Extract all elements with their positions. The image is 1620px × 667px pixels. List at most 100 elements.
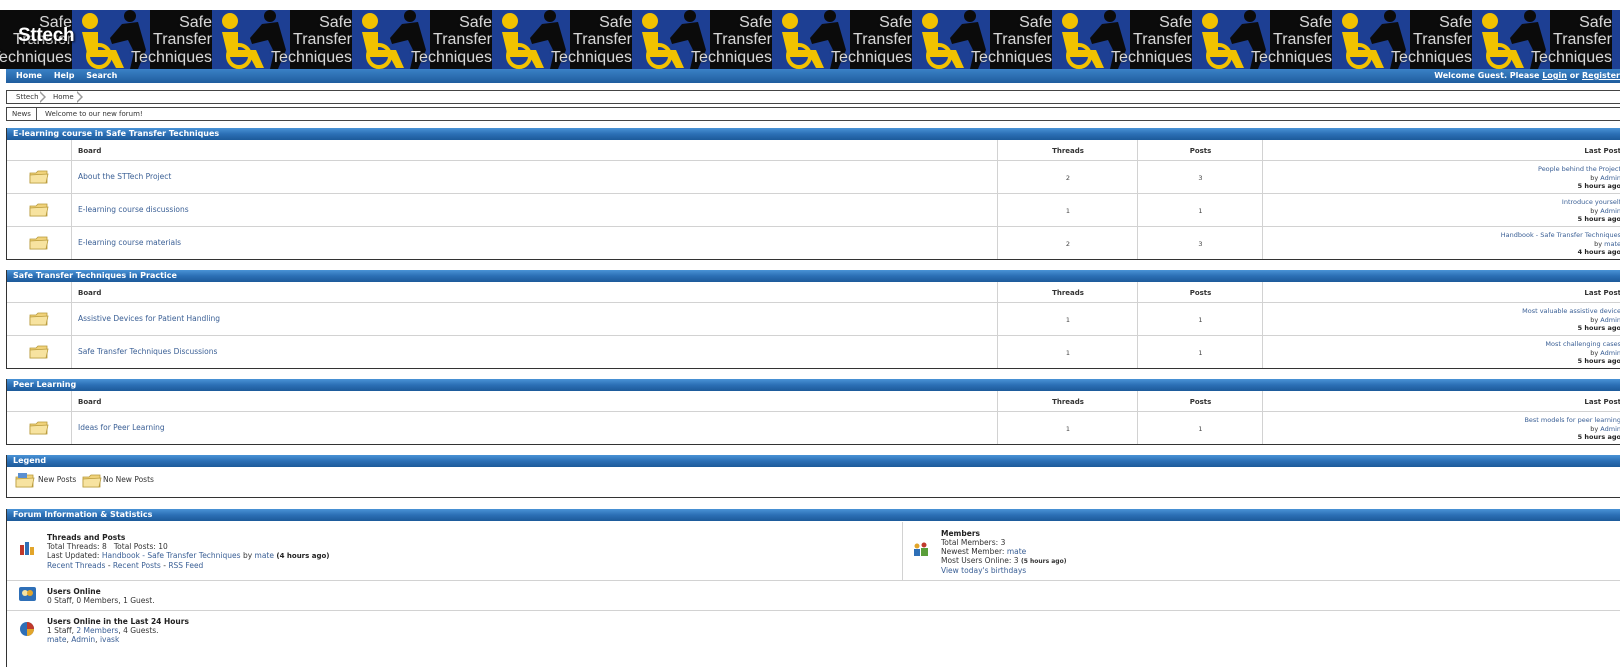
banner-word-safe: Safe [1579,14,1612,31]
banner-word-techniques: Techniques [1531,49,1612,66]
last-post-thread-link[interactable]: Best models for peer learning [1524,416,1620,425]
nav-help-link[interactable]: Help [54,71,75,80]
banner-word-safe: Safe [1019,14,1052,31]
banner-word-transfer: Transfer [853,31,912,48]
register-link[interactable]: Register [1582,71,1620,80]
forum-post-count: 3 [1198,174,1203,182]
banner-logo-tile: SafeTransferTechniques [551,10,710,69]
forum-name-link[interactable]: Safe Transfer Techniques Discussions [78,347,217,356]
forum-folder-icon [29,420,49,439]
users-online-text: 0 Staff, 0 Members, 1 Guest. [47,596,155,605]
last-post-by: by [1590,348,1601,357]
last-post-user-link[interactable]: Admin [1600,207,1620,215]
legend-new-posts-label: New Posts [38,475,77,484]
last-post-time: 4 hours ago [1577,248,1620,256]
category-title[interactable]: Peer Learning [7,379,1620,391]
banner-word-techniques: Techniques [1111,49,1192,66]
banner-word-transfer: Transfer [573,31,632,48]
forum-last-post: Most valuable assistive device by Admin 5 … [1522,307,1620,333]
stats-box: Forum Information & Statistics Threads a… [6,509,1620,667]
last-post-time: 5 hours ago [1577,324,1620,332]
forum-post-count: 1 [1198,316,1203,324]
last-post-thread-link[interactable]: Most challenging cases [1545,340,1620,349]
last-post-thread-link[interactable]: Introduce yourself [1562,198,1620,207]
online-user-link[interactable]: mate [47,635,66,644]
threads-posts-stats: Threads and Posts Total Threads: 8 Total… [47,533,887,570]
online-user-link[interactable]: ivask [100,635,119,644]
category-title[interactable]: E-learning course in Safe Transfer Techn… [7,128,1620,140]
banner-word-techniques: Techniques [1251,49,1332,66]
last-post-user-link[interactable]: mate [1604,240,1620,248]
welcome-or: or [1566,71,1582,80]
banner-logo-tile: SafeTransferTechniques [271,10,430,69]
last-post-time: 5 hours ago [1577,182,1620,190]
threads-posts-totals: Total Threads: 8 Total Posts: 10 [47,542,168,551]
banner-word-techniques: Techniques [271,49,352,66]
category-title[interactable]: Safe Transfer Techniques in Practice [7,270,1620,282]
last-post-thread-link[interactable]: Most valuable assistive device [1522,307,1620,316]
legend-no-new-posts-label: No New Posts [103,475,154,484]
forum-name-link[interactable]: About the STTech Project [78,172,171,181]
forum-name-link[interactable]: E-learning course materials [78,238,181,247]
online-user-link[interactable]: Admin [71,635,95,644]
users-24h-members-link[interactable]: 2 Members [76,626,118,635]
forum-name-link[interactable]: E-learning course discussions [78,205,189,214]
forum-thread-count: 1 [1065,316,1071,324]
banner-word-transfer: Transfer [433,31,492,48]
new-posts-folder-icon [15,473,35,492]
recent-posts-link[interactable]: Recent Posts [113,561,161,570]
forum-thread-count: 2 [1065,240,1071,248]
newest-member-link[interactable]: mate [1007,547,1026,556]
breadcrumb-separator [76,91,83,103]
top-nav-bar: Home Help Search Welcome Guest. Please L… [6,69,1620,83]
last-updated-user-link[interactable]: mate [255,551,274,560]
last-updated-by: by [240,551,255,560]
stats-row-divider [7,610,1620,611]
welcome-message: Welcome Guest. Please Login or Register [1434,71,1620,80]
last-post-by: by [1590,424,1601,433]
forum-last-post: Most challenging cases by Admin 5 hours ag… [1545,340,1620,366]
last-updated-time: (4 hours ago) [276,552,330,560]
last-post-user-link[interactable]: Admin [1600,349,1620,357]
last-post-thread-link[interactable]: People behind the Project [1538,165,1620,174]
users-online-stats: Users Online 0 Staff, 0 Members, 1 Guest… [47,587,155,605]
birthdays-link[interactable]: View today's birthdays [941,566,1026,575]
last-post-time: 5 hours ago [1577,433,1620,441]
forum-folder-icon [29,169,49,188]
legend-box: Legend New Posts No New Posts [6,455,1620,498]
column-header-row: Board Threads Posts Last Post [7,140,1620,160]
forum-folder-icon [29,311,49,330]
recent-threads-link[interactable]: Recent Threads [47,561,105,570]
site-logo[interactable]: Sttech [18,25,75,47]
forum-name-link[interactable]: Ideas for Peer Learning [78,423,165,432]
last-post-user-link[interactable]: Admin [1600,316,1620,324]
column-header-threads: Threads [1052,289,1084,297]
legend-title: Legend [7,455,1620,467]
last-post-thread-link[interactable]: Handbook - Safe Transfer Techniques [1501,231,1620,240]
banner-word-techniques: Techniques [831,49,912,66]
banner-word-techniques: Techniques [411,49,492,66]
members-total: Total Members: 3 [941,538,1006,547]
stats-row-divider [7,580,1620,581]
banner-logo-tile: SafeTransferTechniques [1391,10,1550,69]
last-post-user-link[interactable]: Admin [1600,174,1620,182]
last-post-by: by [1594,239,1605,248]
banner-word-safe: Safe [179,14,212,31]
column-header-board: Board [78,147,102,155]
news-text: Welcome to our new forum! [45,110,143,118]
nav-search-link[interactable]: Search [86,71,117,80]
last-updated-thread-link[interactable]: Handbook - Safe Transfer Techniques [102,551,241,560]
threads-posts-heading: Threads and Posts [47,533,126,542]
login-link[interactable]: Login [1542,71,1567,80]
forum-name-link[interactable]: Assistive Devices for Patient Handling [78,314,220,323]
most-users-online-time: (5 hours ago) [1020,558,1067,565]
threads-stats-icon [19,540,35,559]
forum-last-post: People behind the Project by Admin 5 hours… [1538,165,1620,191]
last-post-user-link[interactable]: Admin [1600,425,1620,433]
banner-logo-tile: SafeTransferTechniques [131,10,290,69]
users-online-heading: Users Online [47,587,101,596]
banner-logo-tile: SafeTransferTechniques [971,10,1130,69]
rss-feed-link[interactable]: RSS Feed [168,561,203,570]
nav-home-link[interactable]: Home [16,71,42,80]
users-24h-icon [19,621,35,640]
